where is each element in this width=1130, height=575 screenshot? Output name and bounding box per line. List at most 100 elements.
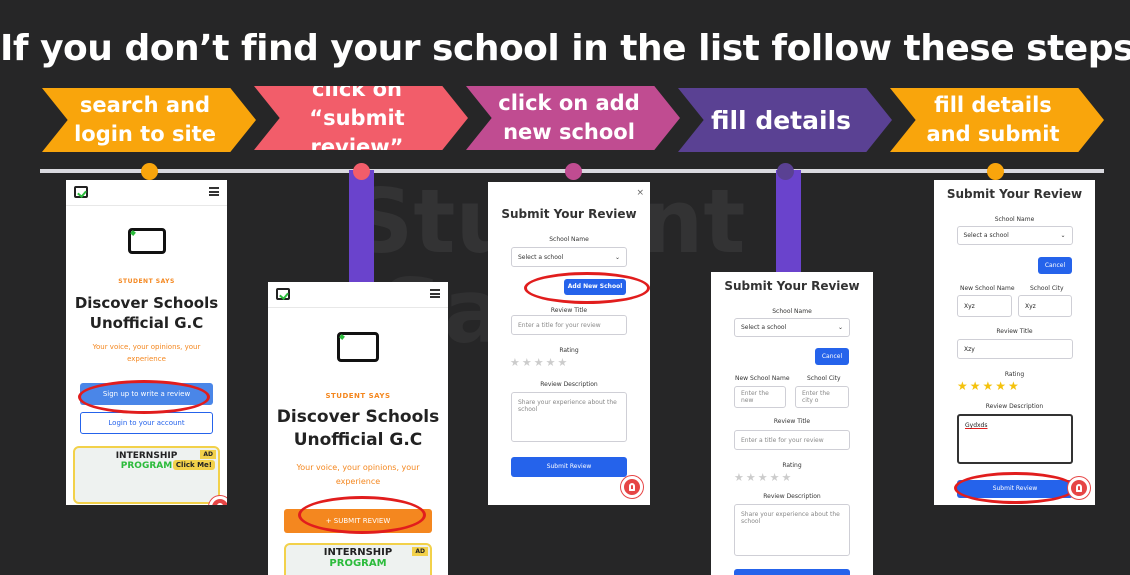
step-5-chevron: fill details and submit (890, 88, 1104, 152)
discover-line-1: Discover Schools (276, 407, 440, 427)
review-title-label: Review Title (550, 307, 588, 314)
pillar-4 (776, 170, 801, 275)
review-title-label: Review Title (996, 328, 1033, 335)
discover-line-1: Discover Schools (74, 294, 219, 312)
tagline-line-2: experience (335, 477, 381, 486)
school-name-label: School Name (994, 216, 1035, 223)
review-description-label: Review Description (763, 493, 821, 500)
cancel-button[interactable]: Cancel (815, 348, 849, 365)
new-school-name-label: New School Name (735, 375, 790, 382)
site-header (66, 180, 227, 206)
school-name-label: School Name (549, 236, 589, 243)
school-city-input[interactable]: Xyz (1018, 295, 1072, 317)
rating-stars[interactable]: ★★★★★ (957, 379, 1021, 393)
step-4-line-1: fill details (710, 105, 852, 135)
login-button[interactable]: Login to your account (80, 412, 213, 434)
student-says-label: STUDENT SAYS (325, 392, 391, 400)
notification-bell-icon[interactable] (621, 476, 643, 498)
annotation-circle (524, 272, 650, 304)
step-3-chevron: click on add new school (466, 86, 680, 150)
school-select-value: Select a school (518, 253, 564, 261)
new-school-input[interactable]: Enter the new (734, 386, 786, 408)
notification-bell-icon[interactable] (1068, 477, 1090, 499)
annotation-circle (954, 472, 1076, 504)
school-city-input[interactable]: Enter the city o (795, 386, 849, 408)
step-5-line-2: and submit (926, 122, 1060, 146)
submit-review-button[interactable] (734, 569, 850, 575)
screenshot-review-form-add-school: × Submit Your Review School Name Select … (488, 182, 650, 505)
step-3-line-1: click on add (498, 91, 640, 115)
tagline-line-2: experience (127, 355, 166, 363)
annotation-circle (298, 496, 426, 534)
review-description-label: Review Description (540, 381, 598, 388)
form-title: Submit Your Review (946, 187, 1083, 201)
step-2-line-1: click on “submit (309, 76, 405, 130)
chevron-down-icon: ⌄ (1060, 232, 1066, 239)
menu-icon[interactable] (430, 289, 440, 298)
school-select[interactable]: Select a school ⌄ (956, 226, 1073, 245)
screenshot-review-form-filled: Submit Your Review School Name Select a … (934, 180, 1095, 505)
step-3-line-2: new school (503, 120, 635, 144)
rating-stars[interactable]: ★★★★★ (488, 356, 650, 369)
school-city-label: School City (1030, 285, 1064, 292)
school-select[interactable]: Select a school ⌄ (511, 247, 627, 267)
form-title: Submit Your Review (724, 279, 860, 293)
step-5-line-1: fill details (934, 93, 1052, 117)
screenshot-review-form-new-school: Submit Your Review School Name Select a … (711, 272, 873, 575)
logo-icon[interactable] (276, 288, 290, 300)
review-logo-icon (127, 228, 166, 254)
discover-line-2: Unofficial G.C (293, 430, 423, 450)
tagline: Your voice, your opinions, your experien… (268, 461, 448, 489)
review-title-input[interactable]: Enter a title for your review (734, 430, 850, 450)
form-title: Submit Your Review (501, 207, 637, 221)
tagline-line-1: Your voice, your opinions, your (296, 463, 420, 472)
tagline: Your voice, your opinions, your experien… (66, 341, 227, 365)
review-description-label: Review Description (985, 403, 1044, 410)
step-2-chevron: click on “submit review” (254, 86, 468, 150)
timeline-dot-1 (141, 163, 158, 180)
review-description-textarea[interactable]: Share your experience about the school (734, 504, 850, 556)
pillar-2 (349, 170, 374, 285)
ad-program: PROGRAM (329, 558, 387, 569)
tagline-line-1: Your voice, your opinions, your (92, 343, 201, 351)
ad-tag: AD (200, 450, 216, 459)
step-1-chevron: search and login to site (42, 88, 256, 152)
step-1-line-1: search and (79, 93, 211, 117)
step-2-line-2: review” (310, 134, 404, 159)
school-city-label: School City (807, 375, 841, 382)
menu-icon[interactable] (209, 187, 219, 196)
review-title-label: Review Title (773, 418, 811, 425)
review-description-textarea[interactable]: Share your experience about the school (511, 392, 627, 442)
chevron-down-icon: ⌄ (837, 324, 843, 331)
review-title-input[interactable]: Enter a title for your review (511, 315, 627, 335)
step-4-chevron: fill details (678, 88, 892, 152)
annotation-circle (78, 380, 210, 414)
timeline-dot-3 (565, 163, 582, 180)
close-icon[interactable]: × (636, 188, 644, 198)
school-name-label: School Name (772, 308, 812, 315)
review-description-textarea[interactable]: Gydxds (957, 414, 1073, 464)
rating-stars[interactable]: ★★★★★ (734, 471, 793, 484)
internship-ad[interactable]: AD INTERNSHIP PROGRAM (284, 543, 432, 575)
discover-heading: Discover Schools Unofficial G.C (268, 406, 448, 452)
school-select-value: Select a school (741, 324, 787, 331)
logo-icon[interactable] (74, 186, 88, 198)
page-title: If you don’t find your school in the lis… (0, 28, 1130, 69)
internship-ad[interactable]: AD INTERNSHIP PROGRAM Click Me! (73, 446, 220, 504)
ad-title: INTERNSHIP (323, 547, 393, 558)
click-me-badge[interactable]: Click Me! (172, 460, 215, 470)
timeline-dot-2 (353, 163, 370, 180)
timeline-dot-5 (987, 163, 1004, 180)
school-select-value: Select a school (963, 232, 1009, 239)
site-header (268, 282, 448, 308)
school-select[interactable]: Select a school ⌄ (734, 318, 850, 337)
cancel-button[interactable]: Cancel (1038, 257, 1072, 274)
new-school-input[interactable]: Xyz (957, 295, 1012, 317)
submit-review-button[interactable]: Submit Review (511, 457, 627, 477)
timeline-dot-4 (777, 163, 794, 180)
ad-tag: AD (412, 547, 428, 556)
rating-label: Rating (782, 462, 802, 469)
chevron-down-icon: ⌄ (614, 253, 620, 261)
review-title-input[interactable]: Xzy (957, 339, 1073, 359)
rating-label: Rating (1004, 371, 1025, 378)
